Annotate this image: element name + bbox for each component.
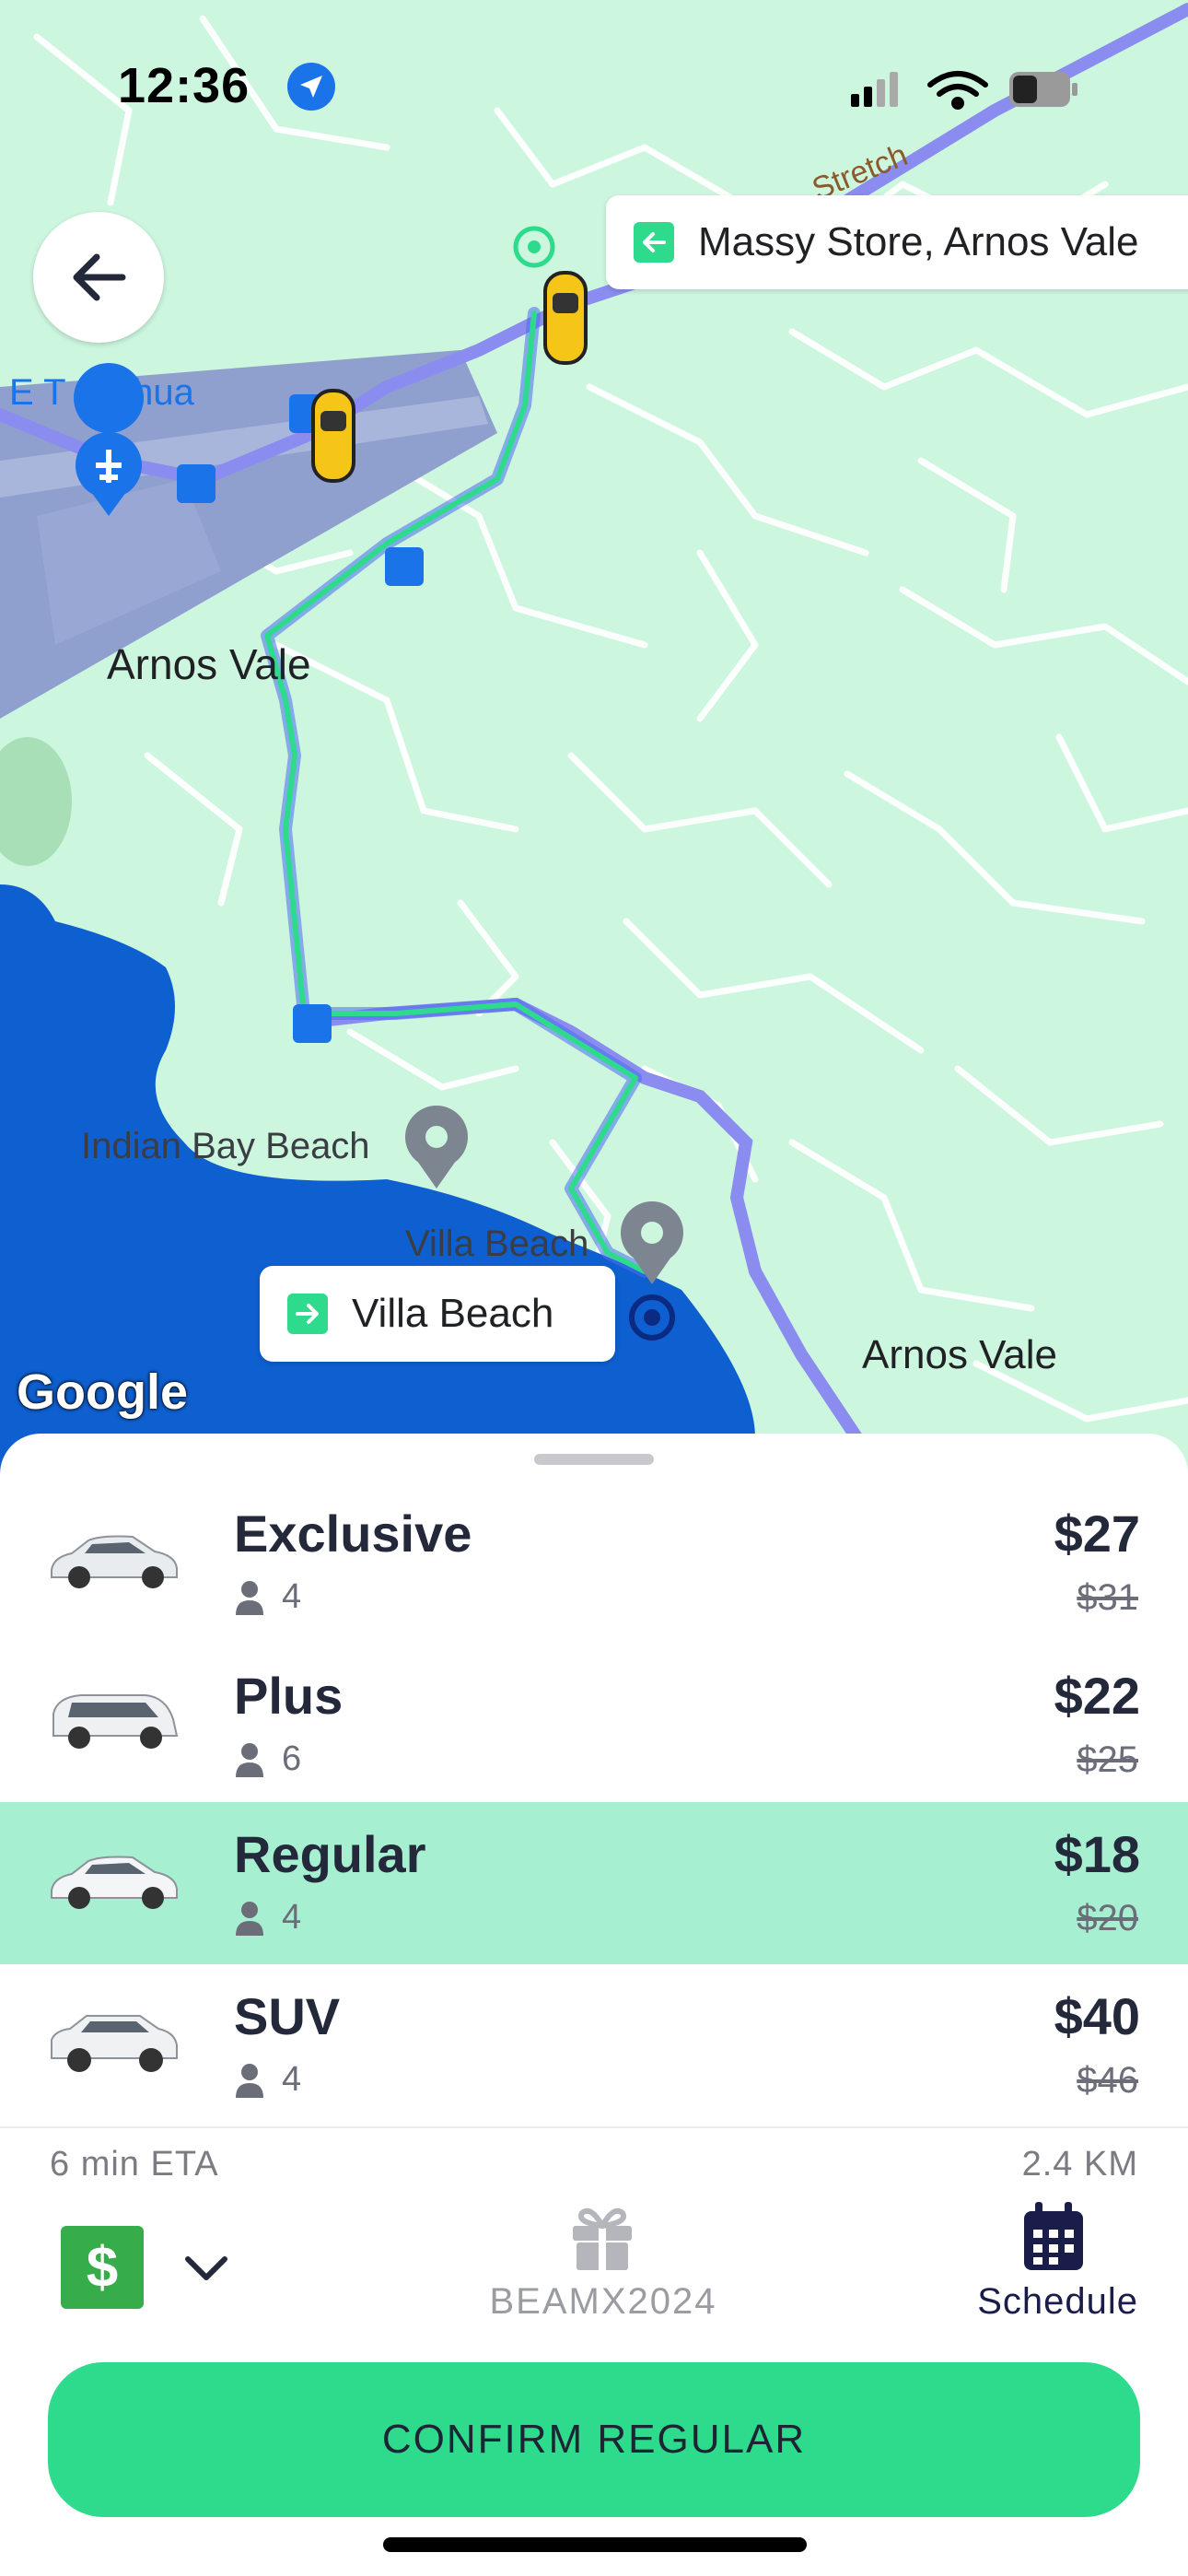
- dropoff-arrow-icon: [287, 1294, 328, 1334]
- ride-old-price: $20: [1077, 1898, 1138, 1938]
- suv-icon: [51, 2015, 178, 2072]
- pickup-location: Massy Store, Arnos Vale: [698, 219, 1139, 264]
- distance-text: 2.4 KM: [1021, 2145, 1138, 2184]
- calendar-icon[interactable]: [1020, 2200, 1087, 2274]
- signal-icon: [851, 72, 898, 107]
- ride-option-regular[interactable]: Regular 4 $18 $20: [0, 1802, 1188, 1964]
- ride-seats: 4: [234, 2060, 301, 2100]
- schedule-button[interactable]: Schedule: [977, 2281, 1138, 2323]
- promo-code[interactable]: BEAMX2024: [460, 2281, 746, 2323]
- eta-text: 6 min ETA: [50, 2145, 219, 2184]
- ride-name: Plus: [234, 1667, 344, 1725]
- home-indicator: [383, 2537, 807, 2552]
- ride-seats: 4: [234, 1577, 301, 1617]
- ride-price: $27: [1054, 1505, 1140, 1563]
- person-icon: [236, 1742, 263, 1777]
- status-icons: [847, 66, 1087, 112]
- ride-option-suv[interactable]: SUV 4 $40 $46: [0, 1964, 1188, 2126]
- ride-option-exclusive[interactable]: Exclusive 4 $27 $31: [0, 1481, 1188, 1644]
- back-button[interactable]: [33, 212, 164, 343]
- pickup-chip[interactable]: Massy Store, Arnos Vale: [606, 195, 1188, 289]
- sedan-car-icon: [51, 1856, 178, 1909]
- ride-name: Exclusive: [234, 1505, 472, 1563]
- person-icon: [236, 2063, 263, 2098]
- seat-count: 4: [282, 1898, 302, 1937]
- ride-old-price: $46: [1077, 2060, 1138, 2101]
- sedan-car-icon: [51, 1535, 178, 1588]
- location-arrow-icon: [287, 63, 335, 111]
- gift-icon[interactable]: [565, 2200, 639, 2274]
- dropoff-chip[interactable]: Villa Beach: [260, 1266, 615, 1362]
- pickup-arrow-icon: [634, 222, 674, 263]
- sheet-handle[interactable]: [534, 1454, 654, 1465]
- ride-seats: 6: [234, 1739, 301, 1779]
- ride-option-plus[interactable]: Plus 6 $22 $25: [0, 1644, 1188, 1806]
- wifi-icon: [927, 71, 988, 110]
- back-arrow-icon: [73, 253, 126, 301]
- ride-old-price: $25: [1077, 1739, 1138, 1780]
- confirm-ride-button[interactable]: CONFIRM REGULAR: [48, 2362, 1140, 2517]
- ride-old-price: $31: [1077, 1577, 1138, 1618]
- map-label-indian-bay-beach: Indian Bay Beach: [81, 1126, 370, 1166]
- map-label-arnos-vale: Arnos Vale: [107, 640, 311, 688]
- van-icon: [52, 1694, 179, 1749]
- chevron-down-icon[interactable]: [181, 2242, 232, 2294]
- dropoff-location: Villa Beach: [352, 1291, 554, 1336]
- seat-count: 6: [282, 1739, 302, 1778]
- ride-price: $40: [1054, 1987, 1140, 2045]
- ride-seats: 4: [234, 1898, 301, 1938]
- ride-name: Regular: [234, 1825, 426, 1883]
- dollar-icon: $: [86, 2235, 119, 2300]
- map-view[interactable]: E T Joshua Arnos Vale Indian Bay Beach V…: [0, 0, 1188, 1474]
- person-icon: [236, 1580, 263, 1615]
- map-label-et-joshua: E T Joshua: [9, 372, 194, 413]
- map-label-arnos-vale-east: Arnos Vale: [862, 1332, 1057, 1377]
- seat-count: 4: [282, 2060, 302, 2099]
- ride-price: $18: [1054, 1825, 1140, 1883]
- ride-options-sheet: Exclusive 4 $27 $31 Plus 6 $22 $25 Regul…: [0, 1434, 1188, 2576]
- divider: [0, 2126, 1188, 2128]
- map-label-villa-beach: Villa Beach: [405, 1224, 589, 1264]
- ride-name: SUV: [234, 1987, 341, 2045]
- payment-method-button[interactable]: $: [61, 2226, 144, 2309]
- ride-price: $22: [1054, 1667, 1140, 1725]
- person-icon: [236, 1901, 263, 1936]
- battery-icon: [1009, 72, 1077, 107]
- seat-count: 4: [282, 1577, 302, 1616]
- status-time: 12:36: [118, 58, 250, 113]
- google-logo: Google: [17, 1364, 188, 1420]
